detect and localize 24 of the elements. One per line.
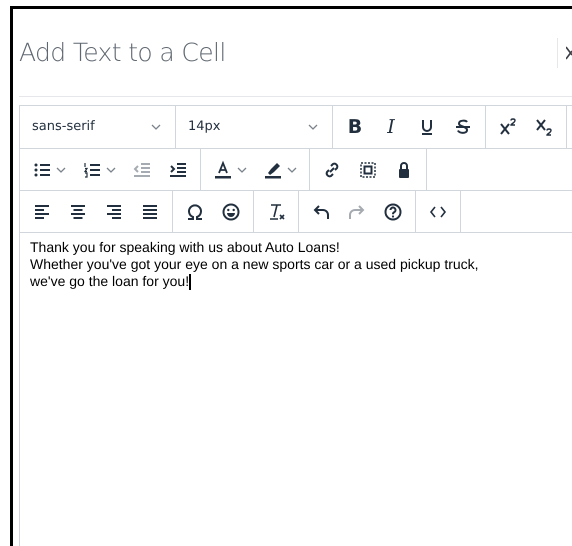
editor-text-line: Whether you've got your eye on a new sports car or a used pickup truck, [30,256,479,273]
dropdown-select[interactable]: sans-serif [20,106,176,148]
close-icon[interactable] [566,46,572,60]
superscript-icon [498,117,518,137]
strikethrough-icon [453,117,473,137]
chevron-down-icon [287,166,297,172]
editor-text-line: Thank you for speaking with us about Auto Loans! [30,239,340,256]
text-color-icon [213,160,233,180]
chevron-down-icon [308,124,318,130]
chevron-down-icon [106,166,116,172]
subscript-icon [534,117,554,137]
chevron-down-icon [56,166,66,172]
bold-button[interactable]: B [338,112,372,142]
select-all-icon [358,160,378,180]
chevron-down-icon [151,124,161,130]
dropdown-select[interactable]: 14px [176,106,333,148]
chevron-down-icon [237,166,247,172]
omega-icon [185,202,205,222]
help-icon [383,202,403,222]
editor-area[interactable]: Thank you for speaking with us about Auto Loans! Whether you've got your eye on a new sports car or a used pickup truck, we've go the loan for you! [19,233,572,546]
dialog-title: Add Text to a Cell [19,36,227,69]
emoji-icon [221,202,241,222]
italic-button[interactable]: I [374,112,408,142]
editor-text-line: we've go the loan for you! [30,273,190,290]
